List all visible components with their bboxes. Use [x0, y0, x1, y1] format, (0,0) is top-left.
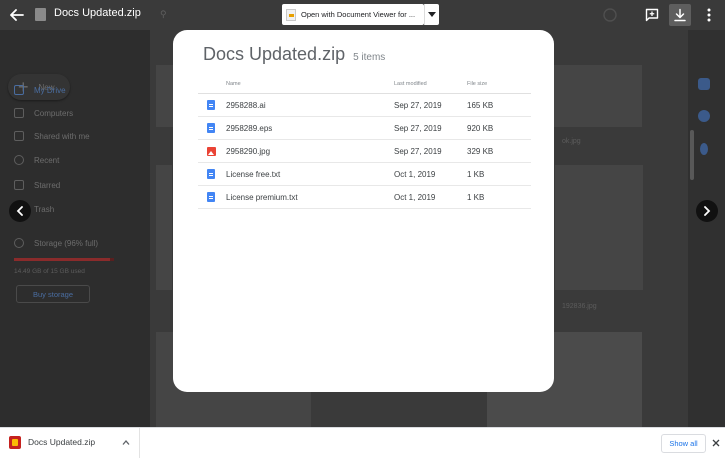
open-with-dropdown[interactable] [424, 4, 439, 25]
contacts-icon[interactable] [700, 143, 708, 155]
people-icon [14, 131, 24, 141]
image-icon [207, 147, 216, 156]
help-icon[interactable] [599, 4, 621, 26]
download-item-menu[interactable] [119, 434, 133, 450]
file-modified: Sep 27, 2019 [394, 147, 442, 156]
doc-icon [207, 100, 215, 110]
previous-file-button[interactable] [9, 200, 31, 222]
sidebar-item-label: My Drive [34, 85, 66, 95]
column-header-name[interactable]: Name [226, 81, 241, 87]
back-button[interactable] [6, 4, 28, 26]
column-header-modified[interactable]: Last modified [394, 81, 427, 87]
file-modified: Sep 27, 2019 [394, 101, 442, 110]
viewer-toolbar: Docs Updated.zip ⚲ Open with Document Vi… [0, 0, 725, 30]
close-icon [712, 439, 720, 447]
buy-storage-button[interactable]: Buy storage [16, 285, 90, 303]
file-size: 1 KB [467, 193, 485, 202]
sidebar-item-starred[interactable]: Starred [14, 180, 60, 190]
file-name: 2958289.eps [226, 124, 273, 133]
calendar-icon[interactable] [698, 78, 710, 90]
chevron-right-icon [704, 206, 711, 216]
sidebar-item-label: Trash [34, 204, 55, 214]
zip-file-table: Name Last modified File size 2958288.ai … [198, 77, 531, 209]
file-size: 329 KB [467, 147, 494, 156]
file-tile[interactable] [156, 165, 172, 290]
open-with-label: Open with Document Viewer for ... [301, 10, 416, 19]
table-row[interactable]: 2958289.eps Sep 27, 2019 920 KB [198, 117, 531, 140]
divider [139, 428, 140, 458]
doc-icon [207, 123, 215, 133]
file-size: 1 KB [467, 170, 485, 179]
file-modified: Sep 27, 2019 [394, 124, 442, 133]
storage-used-text: 14.49 GB of 15 GB used [14, 268, 85, 275]
storage-bar-fill [14, 258, 110, 261]
tasks-icon[interactable] [698, 110, 710, 122]
download-icon [674, 8, 686, 22]
search-icon: ⚲ [160, 9, 167, 19]
next-file-button[interactable] [696, 200, 718, 222]
tile-caption: 192836.jpg [562, 303, 597, 310]
zip-contents-card: Docs Updated.zip 5 items Name Last modif… [173, 30, 554, 392]
table-row[interactable]: 2958288.ai Sep 27, 2019 165 KB [198, 94, 531, 117]
sidebar-item-label: Computers [34, 108, 74, 118]
download-button[interactable] [669, 4, 691, 26]
close-downloads-button[interactable] [709, 435, 723, 451]
zip-header: Docs Updated.zip 5 items [203, 44, 385, 65]
doc-icon [207, 192, 215, 202]
doc-icon [207, 169, 215, 179]
show-all-button[interactable]: Show all [661, 434, 706, 453]
file-name: 2958290.jpg [226, 147, 271, 156]
sidebar-item-label: Recent [34, 155, 60, 165]
more-options-button[interactable] [698, 4, 720, 26]
sidebar-item-recent[interactable]: Recent [14, 155, 59, 165]
caret-down-icon [428, 12, 436, 17]
cloud-icon [14, 238, 24, 248]
right-rail [688, 30, 725, 427]
table-row[interactable]: License free.txt Oct 1, 2019 1 KB [198, 163, 531, 186]
scrollbar[interactable] [690, 130, 694, 180]
storage-bar [14, 258, 114, 261]
tile-caption: ok.jpg [562, 138, 581, 145]
table-row[interactable]: 2958290.jpg Sep 27, 2019 329 KB [198, 140, 531, 163]
zip-item-count: 5 items [353, 52, 386, 63]
table-header: Name Last modified File size [198, 77, 531, 94]
zip-file-icon [35, 8, 46, 21]
sidebar-item-storage[interactable]: Storage (96% full) [14, 238, 98, 248]
file-size: 920 KB [467, 124, 494, 133]
table-row[interactable]: License premium.txt Oct 1, 2019 1 KB [198, 186, 531, 209]
open-with-button[interactable]: Open with Document Viewer for ... [282, 4, 424, 25]
file-name: License premium.txt [226, 193, 298, 202]
sidebar-item-shared[interactable]: Shared with me [14, 131, 90, 141]
add-comment-button[interactable] [641, 4, 663, 26]
sidebar-item-label: Storage (96% full) [34, 238, 99, 248]
zip-title: Docs Updated.zip [203, 44, 346, 64]
file-tile[interactable] [555, 165, 643, 290]
column-header-size[interactable]: File size [467, 81, 487, 87]
drive-sidebar: + New My Drive Computers Shared with me … [0, 30, 150, 427]
arrow-back-icon [10, 9, 24, 21]
downloads-bar: Docs Updated.zip Show all [0, 427, 725, 458]
document-viewer-icon [286, 8, 296, 21]
sidebar-item-label: Starred [34, 180, 61, 190]
file-name: License free.txt [226, 170, 281, 179]
file-modified: Oct 1, 2019 [394, 170, 436, 179]
drive-icon [14, 85, 24, 95]
comment-add-icon [645, 8, 659, 22]
sidebar-item-my-drive[interactable]: My Drive [14, 85, 66, 95]
star-icon [14, 180, 24, 190]
sidebar-item-label: Shared with me [34, 131, 90, 141]
file-name: 2958288.ai [226, 101, 266, 110]
file-modified: Oct 1, 2019 [394, 193, 436, 202]
download-item-name[interactable]: Docs Updated.zip [28, 437, 95, 447]
clock-icon [14, 155, 24, 165]
file-size: 165 KB [467, 101, 494, 110]
sidebar-item-computers[interactable]: Computers [14, 108, 73, 118]
more-vert-icon [707, 8, 711, 22]
file-title: Docs Updated.zip [54, 7, 141, 19]
chevron-left-icon [16, 206, 23, 216]
chevron-up-icon [122, 439, 130, 445]
archive-icon [9, 436, 21, 449]
computer-icon [14, 108, 24, 118]
